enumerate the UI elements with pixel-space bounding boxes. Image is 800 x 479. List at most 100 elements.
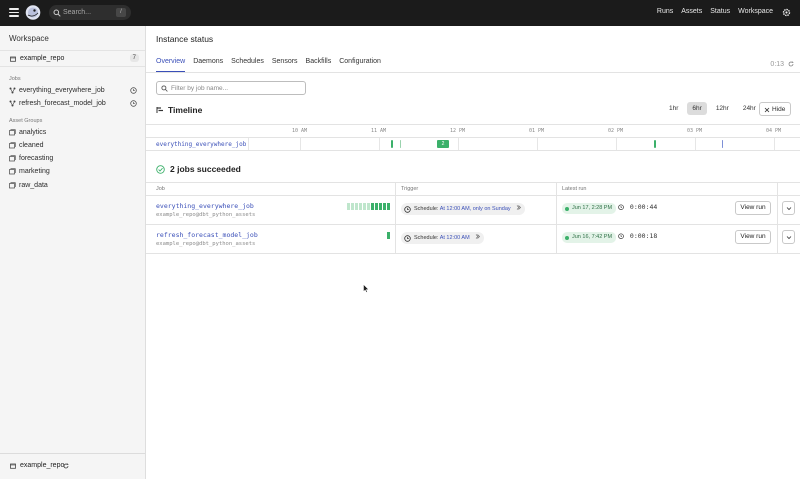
clock-icon [404,234,411,242]
run-bar[interactable] [387,232,390,239]
job-link[interactable]: everything_everywhere_job [156,202,254,210]
run-status-tag[interactable]: Jun 16, 7:42 PM [562,232,617,243]
page-title: Instance status [156,34,214,44]
sidebar-repo[interactable]: example_repo 7 [0,50,145,67]
mouse-cursor-icon [363,284,369,293]
sidebar-item-label: forecasting [19,154,54,162]
tab-configuration[interactable]: Configuration [339,58,381,72]
sidebar-item-asset-group[interactable]: marketing [9,166,137,177]
gridline [616,138,617,150]
asset-group-icon [9,182,16,189]
sidebar-jobs-heading: Jobs [9,76,21,82]
timeline-icon [156,107,163,113]
sidebar-item-job[interactable]: everything_everywhere_job [9,85,137,96]
schedule-tag[interactable]: Schedule: At 12:00 AM, only on Sunday [401,203,526,215]
nav-status[interactable]: Status [710,8,730,15]
sidebar-asset-groups-heading: Asset Groups [9,118,43,124]
sidebar-item-asset-group[interactable]: cleaned [9,140,137,151]
row-actions-dropdown[interactable] [782,201,795,215]
schedule-tag[interactable]: Schedule: At 12:00 AM [401,232,485,244]
dagster-logo-icon[interactable] [25,4,41,21]
nav-workspace[interactable]: Workspace [738,8,773,15]
schedule-value[interactable]: At 12:00 AM, only on Sunday [440,206,511,212]
column-header-job: Job [156,186,165,192]
tick-label: 01 PM [529,128,545,134]
sidebar-footer: example_repo [0,453,145,479]
tab-sensors[interactable]: Sensors [272,58,298,72]
sidebar-item-job[interactable]: refresh_forecast_model_job [9,98,137,109]
sidebar-item-label: analytics [19,128,47,136]
filter-placeholder: Filter by job name... [171,85,229,92]
range-1hr[interactable]: 1hr [664,102,683,115]
run-bar[interactable] [383,203,386,210]
run-status-tag[interactable]: Jun 17, 2:28 PM [562,203,617,214]
gridline [300,138,301,150]
sidebar-item-asset-group[interactable]: raw_data [9,180,137,191]
run-date: Jun 17, 2:28 PM [572,205,613,211]
run-bar[interactable] [359,203,362,210]
timeline-run-marker[interactable] [400,140,401,148]
table-row: refresh_forecast_model_job example_repo@… [146,225,800,254]
nav-runs[interactable]: Runs [657,8,673,15]
range-12hr[interactable]: 12hr [711,102,734,115]
tabs-divider [146,72,800,73]
tab-overview[interactable]: Overview [156,58,186,72]
schedule-clock-icon [130,100,137,107]
gear-icon[interactable] [782,8,791,17]
folder-icon [10,56,16,62]
run-bar[interactable] [387,203,390,210]
hide-timeline-button[interactable]: Hide [759,102,791,116]
sidebar-item-asset-group[interactable]: forecasting [9,153,137,164]
nav-assets[interactable]: Assets [681,8,702,15]
search-icon [161,85,168,92]
run-duration: 0:00:18 [618,232,657,240]
tab-daemons[interactable]: Daemons [193,58,223,72]
view-run-button[interactable]: View run [735,201,771,215]
timeline-run-group[interactable]: 2 [437,140,449,148]
tick-label: 04 PM [766,128,782,134]
sidebar-item-label: cleaned [19,141,44,149]
run-bar[interactable] [355,203,358,210]
timeline-run-marker[interactable] [391,140,393,148]
timeline-run-marker[interactable] [654,140,656,148]
tab-schedules[interactable]: Schedules [231,58,264,72]
recent-runs-bars [387,232,390,239]
range-24hr[interactable]: 24hr [738,102,761,115]
run-bar[interactable] [351,203,354,210]
sidebar-item-asset-group[interactable]: analytics [9,127,137,138]
schedule-prefix: Schedule: [414,235,439,241]
sidebar-item-label: raw_data [19,181,48,189]
view-run-button[interactable]: View run [735,230,771,244]
duration-value: 0:00:44 [629,203,658,211]
chevron-right-icon [516,205,522,210]
run-bar[interactable] [367,203,370,210]
run-bar[interactable] [363,203,366,210]
sidebar-item-label: everything_everywhere_job [19,86,105,94]
timeline-job-name[interactable]: everything_everywhere_job [156,141,246,148]
chevron-down-icon [786,236,792,240]
main-content: Instance status Overview Daemons Schedul… [146,26,800,479]
run-bar[interactable] [379,203,382,210]
timeline-axis: 10 AM 11 AM 12 PM 01 PM 02 PM 03 PM 04 P… [146,124,800,136]
run-duration: 0:00:44 [618,203,657,211]
range-6hr[interactable]: 6hr [687,102,707,115]
job-link[interactable]: refresh_forecast_model_job [156,231,258,239]
sidebar-repo-count: 7 [129,54,139,62]
gridline [248,138,249,150]
reload-icon[interactable] [63,463,69,469]
schedule-value[interactable]: At 12:00 AM [440,235,470,241]
row-actions-dropdown[interactable] [782,230,795,244]
search-box[interactable]: Search... / [49,5,131,20]
refresh-timer: 0:13 [770,61,785,68]
refresh-countdown[interactable]: 0:13 [770,61,794,68]
summary-title: 2 jobs succeeded [170,164,241,174]
footer-repo-name[interactable]: example_repo [20,462,64,469]
refresh-icon[interactable] [788,61,794,67]
run-bar[interactable] [371,203,374,210]
search-icon [53,9,61,17]
run-bar[interactable] [347,203,350,210]
tab-backfills[interactable]: Backfills [306,58,332,72]
job-filter-input[interactable]: Filter by job name... [156,81,306,95]
menu-icon[interactable] [9,8,19,17]
run-bar[interactable] [375,203,378,210]
